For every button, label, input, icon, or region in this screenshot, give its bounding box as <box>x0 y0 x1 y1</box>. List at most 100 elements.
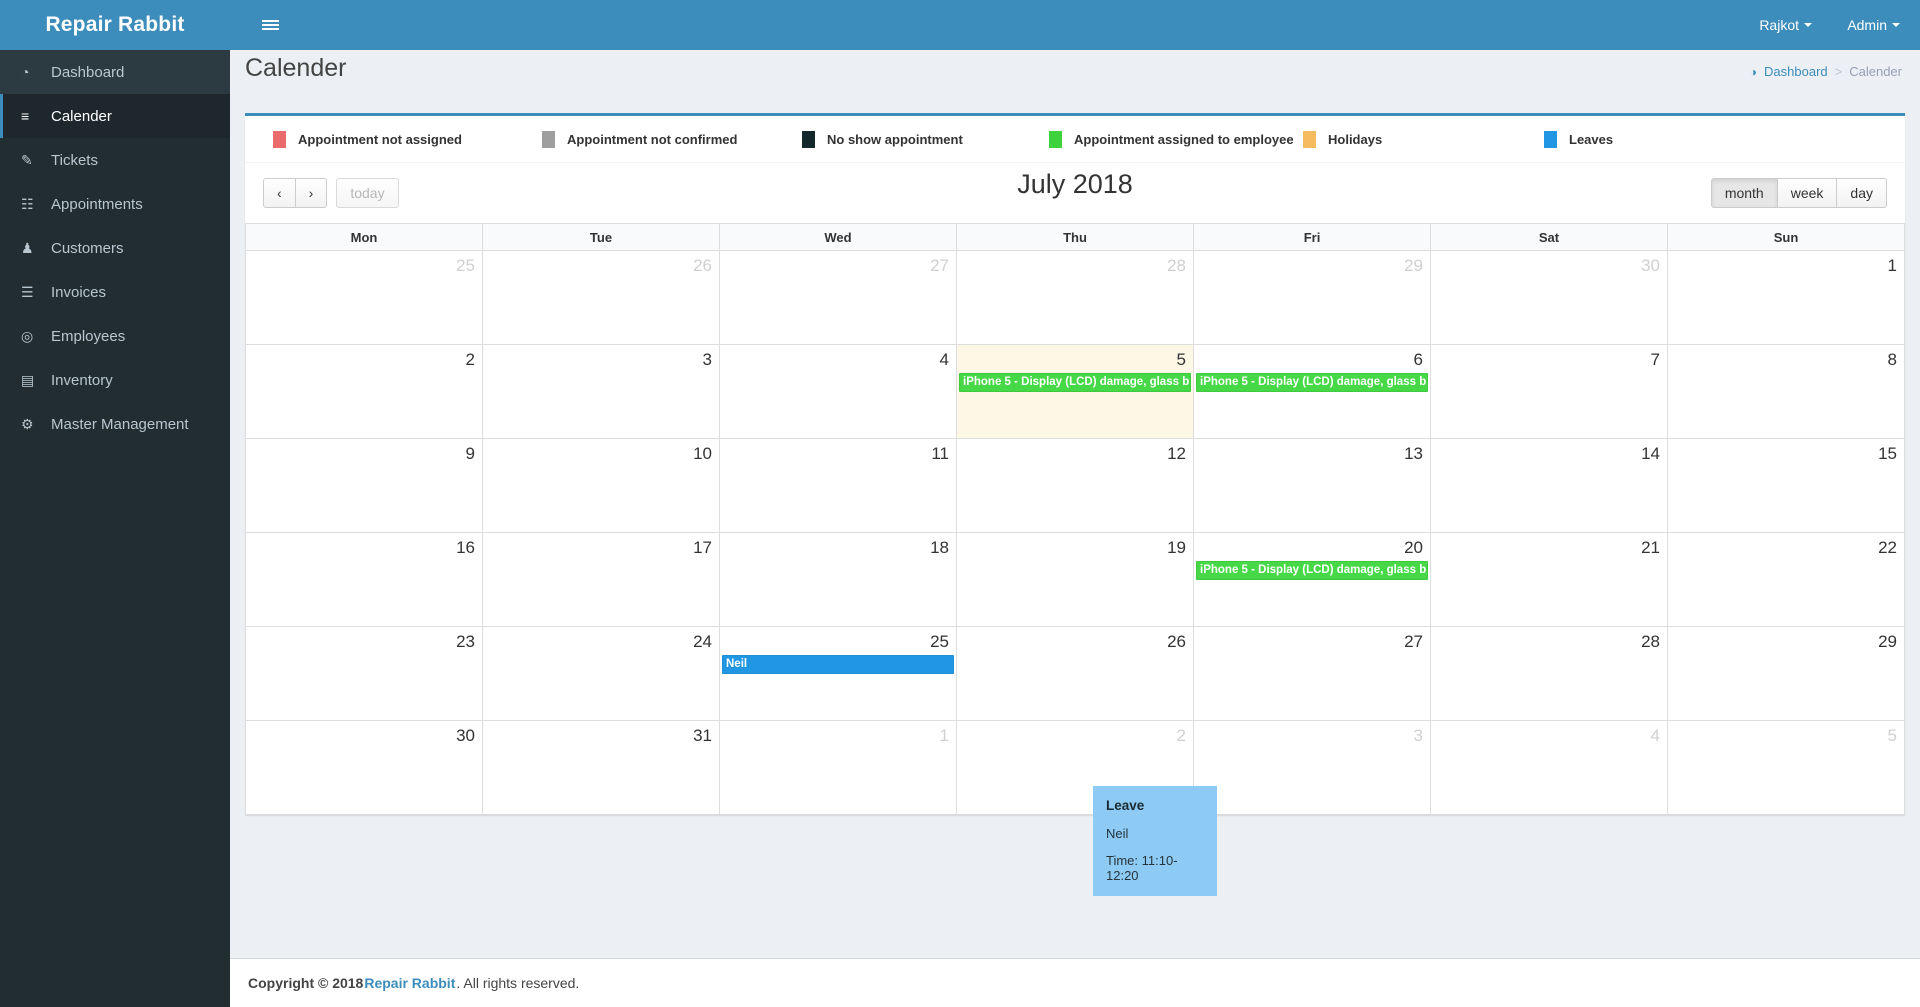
day-number: 29 <box>1878 632 1897 651</box>
day-number: 30 <box>1641 256 1660 275</box>
calendar-day-cell[interactable]: 12 <box>956 438 1194 533</box>
view-button-week[interactable]: week <box>1776 178 1838 208</box>
calendar-day-cell[interactable]: 15 <box>1667 438 1905 533</box>
calendar-day-cell[interactable]: 3 <box>482 344 720 439</box>
calendar-day-cell[interactable]: 26 <box>482 250 720 345</box>
calendar-day-cell[interactable]: 16 <box>245 532 483 627</box>
calendar-day-cell[interactable]: 7 <box>1430 344 1668 439</box>
calendar-day-cell[interactable]: 18 <box>719 532 957 627</box>
day-number: 21 <box>1641 538 1660 557</box>
sidebar-item-employees[interactable]: ◎ Employees <box>0 314 230 358</box>
calendar-day-cell[interactable]: 2 <box>245 344 483 439</box>
location-dropdown[interactable]: Rajkot <box>1759 0 1812 50</box>
tooltip-person: Neil <box>1106 826 1129 841</box>
day-number: 2 <box>465 350 475 369</box>
sidebar-item-invoices[interactable]: ☰ Invoices <box>0 270 230 314</box>
calendar-day-cell[interactable]: 9 <box>245 438 483 533</box>
user-circle-icon: ◎ <box>21 327 34 344</box>
calendar-week-row: 16 17 18 19 20 iPhone 5 - Display (LCD) damag… <box>245 532 1905 627</box>
calendar-day-cell[interactable]: 13 <box>1193 438 1431 533</box>
calendar-day-cell[interactable]: 30 <box>1430 250 1668 345</box>
calendar-day-cell[interactable]: 25 Neil <box>719 626 957 721</box>
calendar-day-cell[interactable]: 6 iPhone 5 - Display (LCD) damage, glass … <box>1193 344 1431 439</box>
calendar-day-cell[interactable]: 21 <box>1430 532 1668 627</box>
day-number: 26 <box>1167 632 1186 651</box>
sidebar-item-label: Invoices <box>51 283 107 301</box>
calendar-day-cell[interactable]: 27 <box>719 250 957 345</box>
user-dropdown[interactable]: Admin <box>1847 0 1900 50</box>
calendar-day-cell[interactable]: 29 <box>1667 626 1905 721</box>
sidebar-item-calender[interactable]: ≡ Calender <box>0 94 230 138</box>
sidebar-item-master-management[interactable]: ⚙ Master Management <box>0 402 230 446</box>
sidebar-item-customers[interactable]: ♟ Customers <box>0 226 230 270</box>
day-number: 24 <box>693 632 712 651</box>
calendar-day-cell[interactable]: 29 <box>1193 250 1431 345</box>
legend-swatch-icon <box>273 130 286 148</box>
calendar-day-cell[interactable]: 26 <box>956 626 1194 721</box>
view-button-group: month week day <box>1710 178 1887 208</box>
calendar-day-cell[interactable]: 22 <box>1667 532 1905 627</box>
sidebar-item-dashboard[interactable]: ◔ Dashboard <box>0 50 230 94</box>
calendar-day-cell[interactable]: 5 <box>1667 720 1905 815</box>
calendar-day-cell[interactable]: 14 <box>1430 438 1668 533</box>
calendar-day-cell[interactable]: 5 iPhone 5 - Display (LCD) damage, glass … <box>956 344 1194 439</box>
calendar-day-cell[interactable]: 17 <box>482 532 720 627</box>
day-number: 11 <box>931 444 949 463</box>
calendar-event[interactable]: iPhone 5 - Display (LCD) damage, glass b… <box>1196 561 1428 580</box>
box-icon: ▤ <box>21 371 35 388</box>
breadcrumb-separator: > <box>1834 64 1843 79</box>
tooltip-time: Time: 11:10-12:20 <box>1106 853 1178 883</box>
calendar-day-cell[interactable]: 27 <box>1193 626 1431 721</box>
view-button-month[interactable]: month <box>1710 178 1778 208</box>
calendar-day-cell[interactable]: 8 <box>1667 344 1905 439</box>
calendar-day-cell[interactable]: 19 <box>956 532 1194 627</box>
calendar-event[interactable]: Neil <box>722 655 954 674</box>
day-number: 3 <box>1413 726 1423 745</box>
day-number: 8 <box>1887 350 1897 369</box>
tooltip-title: Leave <box>1106 798 1145 813</box>
calendar-day-cell[interactable]: 23 <box>245 626 483 721</box>
calendar-day-cell[interactable]: 10 <box>482 438 720 533</box>
content-header: Calender ◑ Dashboard > Calender <box>230 50 1920 95</box>
top-navbar: Rajkot Admin <box>230 0 1920 50</box>
view-button-day[interactable]: day <box>1836 178 1887 208</box>
file-icon: ☰ <box>21 283 34 300</box>
calendar-day-cell[interactable]: 4 <box>719 344 957 439</box>
calendar-day-cell[interactable]: 28 <box>1430 626 1668 721</box>
calendar-day-cell[interactable]: 3 <box>1193 720 1431 815</box>
calendar-day-cell[interactable]: 30 <box>245 720 483 815</box>
breadcrumb-home[interactable]: Dashboard <box>1764 64 1828 79</box>
sidebar-item-inventory[interactable]: ▤ Inventory <box>0 358 230 402</box>
dashboard-icon: ◑ <box>1749 64 1758 79</box>
calendar-event[interactable]: iPhone 5 - Display (LCD) damage, glass b… <box>1196 373 1428 392</box>
calendar-view-switcher: month week day <box>1710 178 1887 208</box>
calendar-day-cell[interactable]: 1 <box>1667 250 1905 345</box>
calendar-day-cell[interactable]: 31 <box>482 720 720 815</box>
chevron-down-icon <box>1892 23 1900 27</box>
calendar-day-cell[interactable]: 28 <box>956 250 1194 345</box>
calendar-event[interactable]: iPhone 5 - Display (LCD) damage, glass b… <box>959 373 1191 392</box>
menu-icon[interactable] <box>250 0 290 50</box>
calendar-day-cell[interactable]: 25 <box>245 250 483 345</box>
sidebar-item-appointments[interactable]: ☷ Appointments <box>0 182 230 226</box>
legend-item-2: No show appointment <box>802 130 1049 148</box>
day-number: 6 <box>1413 350 1423 369</box>
sidebar-nav: ◔ Dashboard ≡ Calender ✎ Tickets ☷ Appointments… <box>0 50 230 446</box>
calendar-day-cell[interactable]: 1 <box>719 720 957 815</box>
footer-brand-link[interactable]: Repair Rabbit <box>364 975 455 991</box>
footer-copyright: Copyright © 2018 <box>248 975 364 991</box>
calendar-day-cell[interactable]: 24 <box>482 626 720 721</box>
calendar-day-cell[interactable]: 11 <box>719 438 957 533</box>
weekday-header-mon: Mon <box>245 223 483 251</box>
day-number: 7 <box>1650 350 1660 369</box>
location-label: Rajkot <box>1759 17 1799 33</box>
day-number: 15 <box>1878 444 1897 463</box>
calendar-day-cell[interactable]: 4 <box>1430 720 1668 815</box>
weekday-header-sat: Sat <box>1430 223 1668 251</box>
day-number: 4 <box>939 350 949 369</box>
day-number: 27 <box>930 256 949 275</box>
legend-label: Appointment not assigned <box>298 131 462 147</box>
calendar-day-cell[interactable]: 20 iPhone 5 - Display (LCD) damage, glass… <box>1193 532 1431 627</box>
sidebar-item-tickets[interactable]: ✎ Tickets <box>0 138 230 182</box>
brand-logo[interactable]: Repair Rabbit <box>0 0 230 50</box>
